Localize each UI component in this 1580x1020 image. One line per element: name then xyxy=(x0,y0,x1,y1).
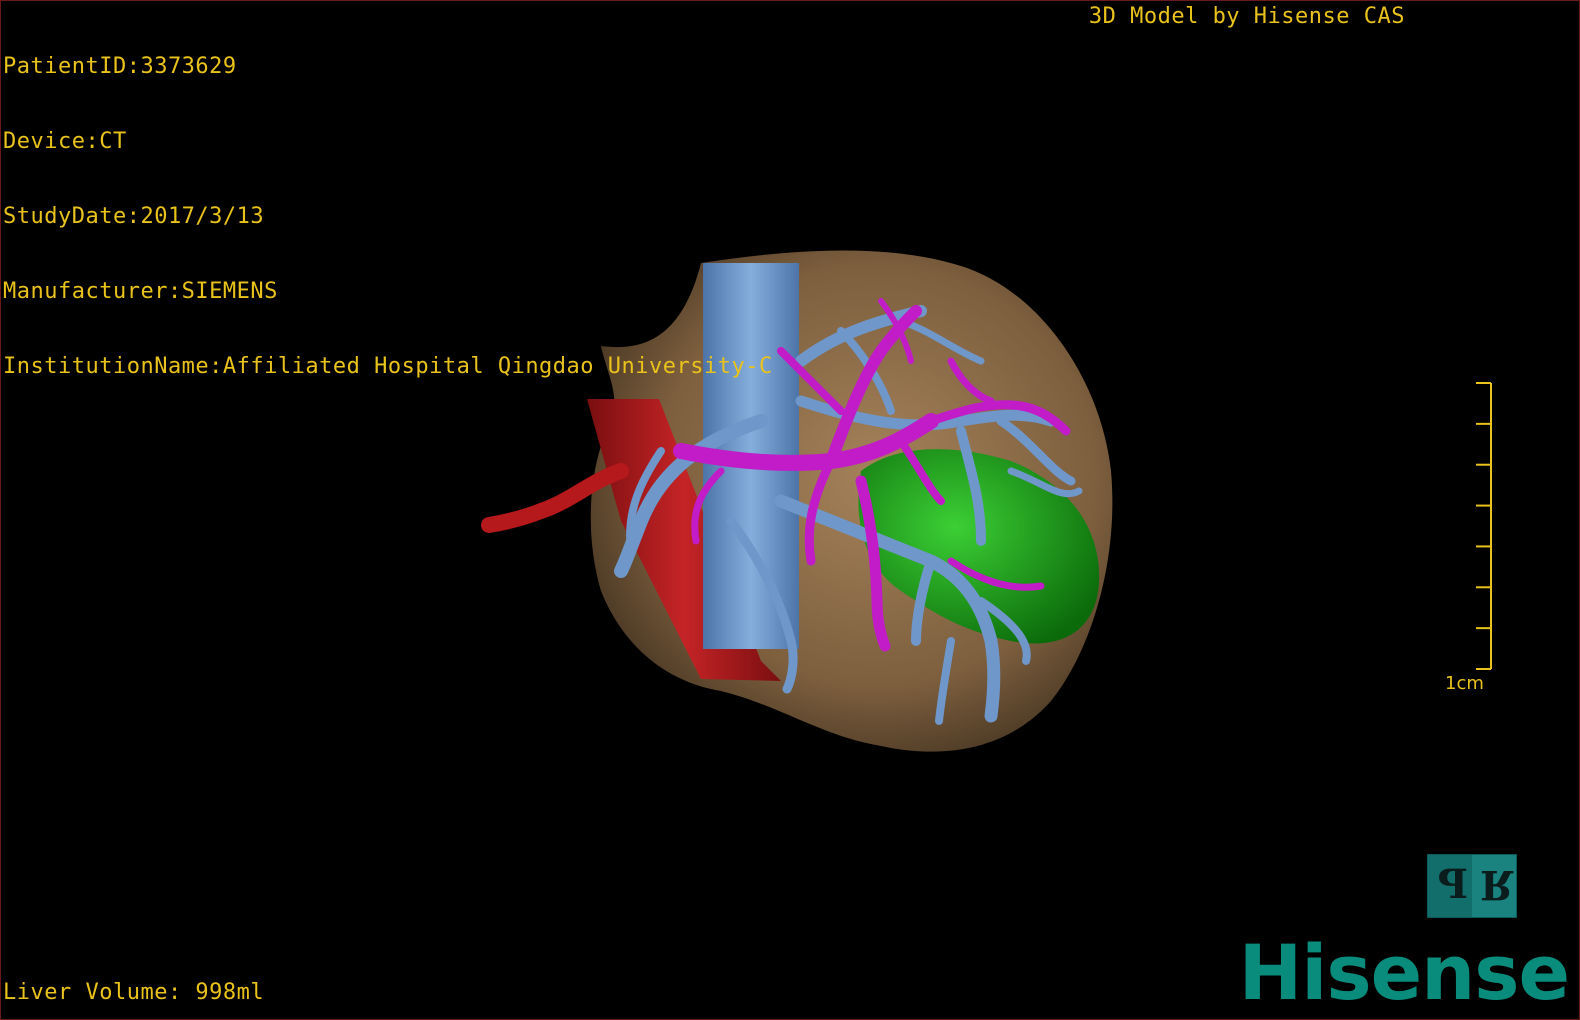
hisense-logo: Hisense xyxy=(1238,928,1570,1017)
study-date: StudyDate:2017/3/13 xyxy=(3,204,265,229)
3d-viewport[interactable]: PatientID:3373629 Device:CT StudyDate:20… xyxy=(0,0,1580,1020)
device: Device:CT xyxy=(3,129,127,154)
patient-id: PatientID:3373629 xyxy=(3,54,237,79)
orientation-posterior-label: P xyxy=(1438,861,1469,908)
dicom-info: PatientID:3373629 Device:CT StudyDate:20… xyxy=(3,4,773,429)
model-branding: 3D Model by Hisense CAS xyxy=(1088,4,1405,29)
scale-bar xyxy=(1476,382,1492,670)
orientation-cube[interactable]: P R xyxy=(1427,854,1517,918)
manufacturer: Manufacturer:SIEMENS xyxy=(3,279,278,304)
institution-name: InstitutionName:Affiliated Hospital Qing… xyxy=(3,354,773,379)
scale-bar-label: 1cm xyxy=(1445,673,1484,694)
orientation-right-label: R xyxy=(1480,861,1514,908)
liver-volume: Liver Volume: 998ml xyxy=(3,980,265,1005)
